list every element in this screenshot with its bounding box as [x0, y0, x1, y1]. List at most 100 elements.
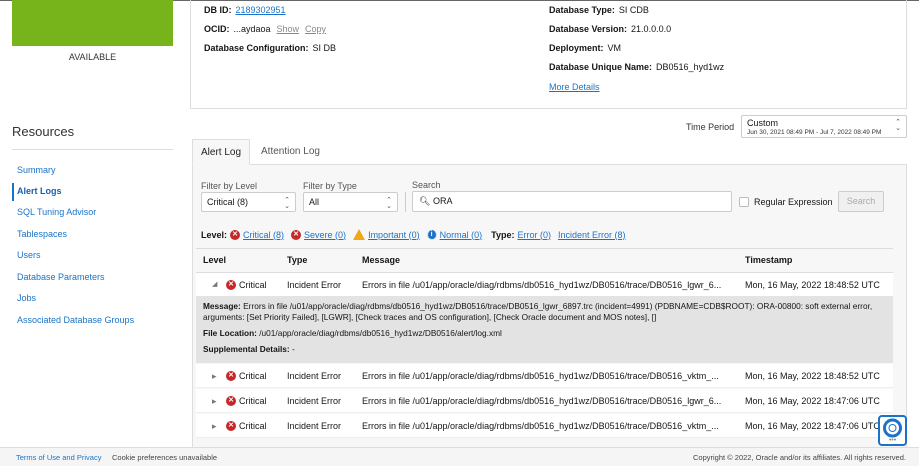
search-icon: 🔍︎ — [419, 196, 431, 206]
level-label: Level: — [201, 229, 228, 240]
database-status-badge — [12, 0, 173, 46]
resources-heading: Resources — [12, 124, 75, 139]
deployment-value: VM — [607, 43, 622, 53]
time-period-range: Jun 30, 2021 08:49 PM - Jul 7, 2022 08:4… — [747, 129, 882, 136]
sidebar-item-database-parameters[interactable]: Database Parameters — [17, 272, 105, 282]
error-link[interactable]: Error (0) — [517, 230, 551, 240]
lifebuoy-icon: ••• — [883, 418, 902, 444]
row-message: Errors in file /u01/app/oracle/diag/rdbm… — [362, 280, 722, 290]
detail-file: /u01/app/oracle/diag/rdbms/db0516_hyd1wz… — [259, 328, 502, 338]
tab-alert-log[interactable]: Alert Log — [192, 139, 251, 165]
row-message: Errors in file /u01/app/oracle/diag/rdbm… — [362, 421, 719, 431]
unique-name-value: DB0516_hyd1wz — [656, 62, 725, 72]
ocid-value: ...aydaoa — [233, 24, 271, 34]
expand-icon[interactable]: ▸ — [212, 421, 217, 432]
type-value: SI CDB — [618, 5, 649, 15]
search-label: Search — [412, 180, 441, 190]
row-type: Incident Error — [287, 371, 342, 381]
filter-type-label: Filter by Type — [303, 181, 357, 191]
filter-level-select[interactable]: Critical (8) ⌃ ⌄ — [201, 192, 296, 212]
column-header-message[interactable]: Message — [362, 255, 400, 265]
sidebar-item-alert-logs[interactable]: Alert Logs — [17, 186, 62, 196]
row-type: Incident Error — [287, 421, 342, 431]
column-header-level[interactable]: Level — [203, 255, 226, 265]
filter-level-value: Critical (8) — [207, 197, 249, 207]
copy-ocid-link[interactable]: Copy — [305, 24, 326, 34]
db-id-link[interactable]: 2189302951 — [236, 5, 286, 15]
chevron-updown-icon: ⌃ ⌄ — [895, 119, 901, 132]
row-timestamp: Mon, 16 May, 2022 18:47:06 UTC — [745, 396, 880, 406]
time-period-value: Custom — [747, 118, 779, 128]
divider — [196, 272, 893, 273]
critical-icon: ✕ — [226, 421, 236, 431]
time-period-select[interactable]: Custom Jun 30, 2021 08:49 PM - Jul 7, 20… — [741, 115, 907, 138]
filter-type-select[interactable]: All ⌃ ⌄ — [303, 192, 398, 212]
sidebar-item-jobs[interactable]: Jobs — [17, 293, 36, 303]
level-summary: Level: ✕ Critical (8) ✕ Severe (0) Importa… — [201, 229, 625, 240]
critical-icon: ✕ — [226, 396, 236, 406]
row-timestamp: Mon, 16 May, 2022 18:48:52 UTC — [745, 280, 880, 290]
footer: Terms of Use and Privacy Cookie preferen… — [0, 447, 919, 466]
config-value: SI DB — [312, 43, 337, 53]
show-ocid-link[interactable]: Show — [277, 24, 300, 34]
search-input[interactable]: 🔍︎ ORA — [412, 191, 732, 212]
sidebar-item-associated-database-groups[interactable]: Associated Database Groups — [17, 315, 134, 325]
unique-name-label: Database Unique Name: — [549, 62, 653, 72]
chevron-updown-icon: ⌃ ⌄ — [284, 197, 290, 210]
severe-link[interactable]: Severe (0) — [304, 230, 346, 240]
sidebar-item-users[interactable]: Users — [17, 250, 41, 260]
more-details-link[interactable]: More Details — [549, 82, 600, 92]
sidebar-item-summary[interactable]: Summary — [17, 165, 56, 175]
row-level: Critical — [239, 396, 267, 406]
tab-attention-log[interactable]: Attention Log — [253, 139, 328, 165]
collapse-icon[interactable]: ◢ — [212, 280, 217, 288]
normal-link[interactable]: Normal (0) — [440, 230, 483, 240]
copyright: Copyright © 2022, Oracle and/or its affi… — [693, 453, 906, 462]
detail-message: Errors in file /u01/app/oracle/diag/rdbm… — [203, 301, 873, 322]
table-row[interactable]: ▸ ✕ Critical Incident Error Errors in fi… — [196, 389, 893, 413]
table-row[interactable]: ▸ ✕ Critical Incident Error Errors in fi… — [196, 364, 893, 388]
row-message: Errors in file /u01/app/oracle/diag/rdbm… — [362, 396, 722, 406]
divider — [12, 149, 173, 150]
chevron-updown-icon: ⌃ ⌄ — [386, 197, 392, 210]
info-icon: i — [426, 229, 437, 240]
table-row[interactable]: ◢ ✕ Critical Incident Error Errors in fi… — [196, 273, 893, 297]
critical-icon: ✕ — [226, 280, 236, 290]
critical-icon: ✕ — [226, 371, 236, 381]
deployment-label: Deployment: — [549, 43, 604, 53]
help-button[interactable]: ••• — [878, 415, 907, 446]
column-header-type[interactable]: Type — [287, 255, 307, 265]
row-timestamp: Mon, 16 May, 2022 18:47:06 UTC — [745, 421, 880, 431]
filter-level-label: Filter by Level — [201, 181, 258, 191]
terms-link[interactable]: Terms of Use and Privacy — [16, 453, 101, 462]
row-level: Critical — [239, 371, 267, 381]
regex-label: Regular Expression — [754, 197, 833, 207]
sidebar-item-sql-tuning-advisor[interactable]: SQL Tuning Advisor — [17, 207, 96, 217]
expand-icon[interactable]: ▸ — [212, 396, 217, 407]
row-detail: Message: Errors in file /u01/app/oracle/… — [196, 296, 893, 363]
time-period-label: Time Period — [686, 122, 735, 132]
row-level: Critical — [239, 421, 267, 431]
row-level: Critical — [239, 280, 267, 290]
type-label: Database Type: — [549, 5, 615, 15]
detail-supplemental: - — [292, 344, 295, 354]
row-type: Incident Error — [287, 396, 342, 406]
cookie-text: Cookie preferences unavailable — [112, 453, 218, 462]
table-row[interactable]: ▸ ✕ Critical Incident Error Errors in fi… — [196, 414, 893, 438]
important-link[interactable]: Important (0) — [368, 230, 420, 240]
severe-icon: ✕ — [291, 229, 302, 240]
ocid-label: OCID: — [204, 24, 230, 34]
critical-icon: ✕ — [230, 229, 241, 240]
incident-error-link[interactable]: Incident Error (8) — [558, 230, 626, 240]
row-message: Errors in file /u01/app/oracle/diag/rdbm… — [362, 371, 719, 381]
search-button[interactable]: Search — [838, 191, 884, 212]
active-indicator — [12, 183, 14, 201]
column-header-timestamp[interactable]: Timestamp — [745, 255, 792, 265]
divider — [196, 248, 893, 249]
regex-checkbox[interactable] — [739, 197, 749, 207]
critical-link[interactable]: Critical (8) — [243, 230, 284, 240]
sidebar-item-tablespaces[interactable]: Tablespaces — [17, 229, 67, 239]
detail-file-label: File Location: — [203, 328, 257, 338]
expand-icon[interactable]: ▸ — [212, 371, 217, 382]
divider — [405, 192, 406, 212]
